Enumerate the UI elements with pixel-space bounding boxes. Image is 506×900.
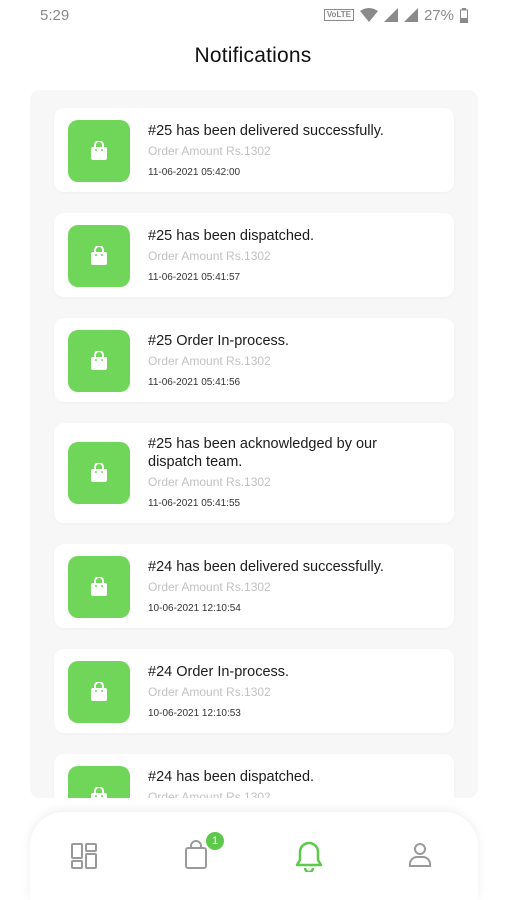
cart-badge: 1 xyxy=(206,832,224,850)
battery-percent: 27% xyxy=(423,6,454,24)
bottom-nav: 1 xyxy=(30,812,478,900)
notification-title: #25 has been dispatched. xyxy=(148,228,315,244)
signal-icon xyxy=(383,8,398,22)
clock: 5:29 xyxy=(40,6,70,24)
notification-card[interactable]: #24 Order In-process. Order Amount Rs.13… xyxy=(54,649,454,733)
notification-time: 11-06-2021 05:42:00 xyxy=(148,167,241,178)
notification-time: 10-06-2021 12:10:54 xyxy=(148,603,241,614)
notification-amount: Order Amount Rs.1302 xyxy=(148,249,271,263)
order-icon xyxy=(68,766,130,798)
notification-card[interactable]: #25 Order In-process. Order Amount Rs.13… xyxy=(54,318,454,402)
notification-title: #25 has been delivered successfully. xyxy=(148,123,384,139)
wifi-icon xyxy=(359,8,378,22)
status-bar: 5:29 VoLTE 27% xyxy=(0,0,506,30)
notification-time: 11-06-2021 05:41:56 xyxy=(148,377,241,388)
notification-time: 11-06-2021 05:41:57 xyxy=(148,272,241,283)
notification-title: #25 has been acknowledged by our dispatc… xyxy=(148,436,377,470)
notification-amount: Order Amount Rs.1302 xyxy=(148,580,271,594)
nav-dashboard[interactable] xyxy=(70,840,102,872)
notification-list[interactable]: #25 has been delivered successfully. Ord… xyxy=(30,90,478,798)
notification-card[interactable]: #25 has been acknowledged by our dispatc… xyxy=(54,423,454,523)
battery-icon xyxy=(460,7,468,23)
notification-time: 11-06-2021 05:41:55 xyxy=(148,498,241,509)
notification-title: #24 has been delivered successfully. xyxy=(148,559,384,575)
user-icon xyxy=(409,843,431,867)
notification-card[interactable]: #25 has been dispatched. Order Amount Rs… xyxy=(54,213,454,297)
notification-time: 10-06-2021 12:10:53 xyxy=(148,708,241,719)
notification-amount: Order Amount Rs.1302 xyxy=(148,685,271,699)
dashboard-icon xyxy=(71,843,97,869)
volte-indicator: VoLTE xyxy=(323,9,354,21)
notification-amount: Order Amount Rs.1302 xyxy=(148,144,271,158)
order-icon xyxy=(68,556,130,618)
notification-card[interactable]: #25 has been delivered successfully. Ord… xyxy=(54,108,454,192)
bell-icon xyxy=(295,841,323,874)
notification-card[interactable]: #24 has been delivered successfully. Ord… xyxy=(54,544,454,628)
order-icon xyxy=(68,442,130,504)
order-icon xyxy=(68,120,130,182)
notification-amount: Order Amount Rs.1302 xyxy=(148,354,271,368)
notification-card[interactable]: #24 has been dispatched. Order Amount Rs… xyxy=(54,754,454,798)
page-title: Notifications xyxy=(194,44,312,67)
nav-profile[interactable] xyxy=(406,840,438,872)
notification-amount: Order Amount Rs.1302 xyxy=(148,790,271,798)
nav-notifications[interactable] xyxy=(294,840,326,874)
order-icon xyxy=(68,661,130,723)
notification-title: #24 Order In-process. xyxy=(148,664,290,680)
order-icon xyxy=(68,330,130,392)
order-icon xyxy=(68,225,130,287)
status-icons: VoLTE 27% xyxy=(323,6,468,24)
notification-title: #24 has been dispatched. xyxy=(148,769,315,785)
notification-title: #25 Order In-process. xyxy=(148,333,290,349)
nav-orders[interactable]: 1 xyxy=(182,832,224,872)
notification-amount: Order Amount Rs.1302 xyxy=(148,475,271,489)
signal-icon-2 xyxy=(403,8,418,22)
